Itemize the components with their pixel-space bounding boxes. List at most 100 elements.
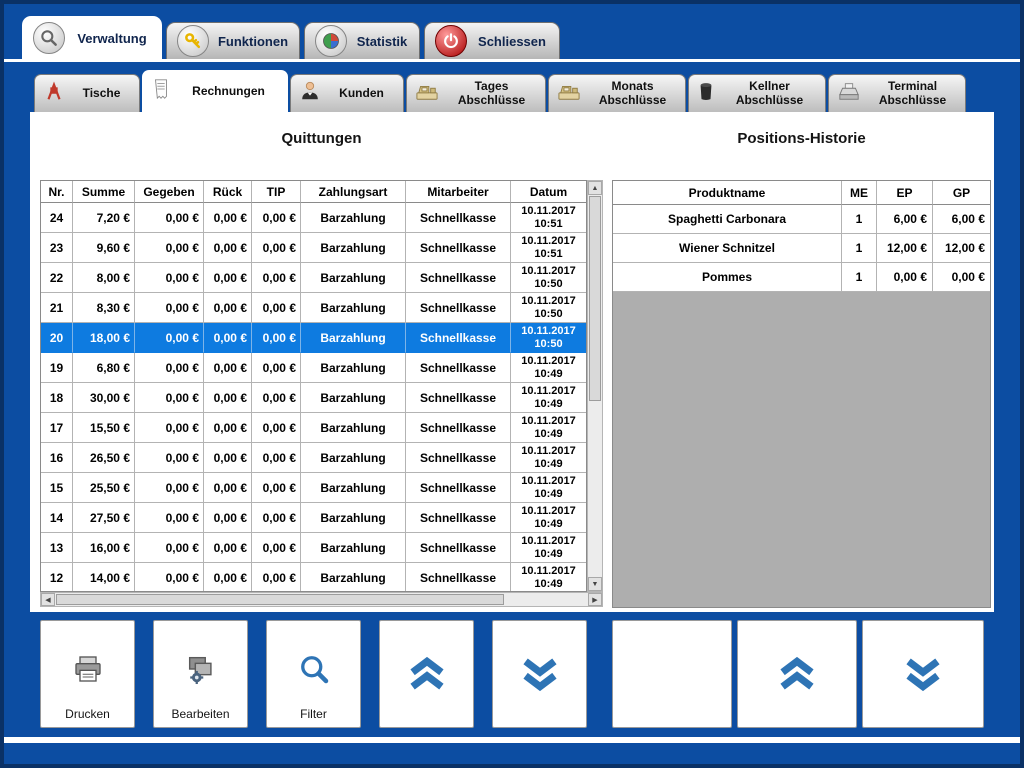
receipt-row[interactable]: 218,30 €0,00 €0,00 €0,00 €BarzahlungSchn… (41, 293, 586, 323)
scroll-table-up-button[interactable] (379, 620, 474, 728)
cell: 10.11.201710:50 (511, 323, 586, 353)
subtab-label: Tische (72, 87, 131, 101)
tab-verwaltung[interactable]: Verwaltung (22, 16, 162, 59)
cell: 1 (842, 205, 877, 234)
cell: Schnellkasse (406, 503, 511, 533)
cell: Schnellkasse (406, 263, 511, 293)
receipt-row[interactable]: 1830,00 €0,00 €0,00 €0,00 €BarzahlungSch… (41, 383, 586, 413)
cell: 0,00 € (252, 293, 301, 323)
receipt-row[interactable]: 1525,50 €0,00 €0,00 €0,00 €BarzahlungSch… (41, 473, 586, 503)
cell: 0,00 € (204, 473, 252, 503)
cell: 0,00 € (204, 323, 252, 353)
cell: 0,00 € (252, 323, 301, 353)
positions-scroll-up-button[interactable] (737, 620, 857, 728)
column-header: Produktname (613, 181, 842, 205)
position-row[interactable]: Spaghetti Carbonara16,00 €6,00 € (613, 205, 990, 234)
cell: 0,00 € (135, 203, 204, 233)
filter-button[interactable]: Filter (266, 620, 361, 728)
cell: Wiener Schnitzel (613, 234, 842, 263)
horizontal-scrollbar[interactable]: ◀ ▶ (40, 592, 603, 607)
cell: 0,00 € (252, 203, 301, 233)
printer-icon (72, 653, 104, 685)
receipt-row[interactable]: 239,60 €0,00 €0,00 €0,00 €BarzahlungSchn… (41, 233, 586, 263)
cell: 21 (41, 293, 73, 323)
receipt-row[interactable]: 247,20 €0,00 €0,00 €0,00 €BarzahlungSchn… (41, 203, 586, 233)
button-label: Drucken (41, 707, 134, 721)
column-header: Gegeben (135, 181, 204, 203)
customer-icon (299, 80, 321, 107)
cell: 10.11.201710:49 (511, 443, 586, 473)
column-header: Rück (204, 181, 252, 203)
receipt-row[interactable]: 2018,00 €0,00 €0,00 €0,00 €BarzahlungSch… (41, 323, 586, 353)
cell: Barzahlung (301, 533, 406, 563)
cell: Barzahlung (301, 443, 406, 473)
cash-register-icon (557, 80, 581, 107)
receipt-row[interactable]: 1427,50 €0,00 €0,00 €0,00 €BarzahlungSch… (41, 503, 586, 533)
button-label: Filter (267, 707, 360, 721)
cell: Pommes (613, 263, 842, 292)
subtab-tische[interactable]: Tische (34, 74, 140, 112)
cell: 0,00 € (204, 293, 252, 323)
cell: 0,00 € (204, 503, 252, 533)
magnifier-icon (296, 651, 332, 687)
cell: 0,00 € (135, 353, 204, 383)
cell: 0,00 € (204, 563, 252, 592)
positions-action-button[interactable] (612, 620, 732, 728)
table-sign-icon (43, 80, 65, 107)
scroll-up-button[interactable]: ▲ (588, 181, 602, 195)
drucken-button[interactable]: Drucken (40, 620, 135, 728)
cell: Schnellkasse (406, 413, 511, 443)
position-row[interactable]: Wiener Schnitzel112,00 €12,00 € (613, 234, 990, 263)
subtab-terminal-abschluesse[interactable]: Terminal Abschlüsse (828, 74, 966, 112)
subtab-label: Terminal Abschlüsse (868, 80, 957, 108)
cell: 0,00 € (204, 383, 252, 413)
cell: Schnellkasse (406, 443, 511, 473)
app-window: Verwaltung Funktionen Statistik Schliess… (0, 0, 1024, 768)
receipt-row[interactable]: 196,80 €0,00 €0,00 €0,00 €BarzahlungSchn… (41, 353, 586, 383)
tab-label: Verwaltung (73, 31, 151, 46)
subtab-tages-abschluesse[interactable]: Tages Abschlüsse (406, 74, 546, 112)
subtab-kellner-abschluesse[interactable]: Kellner Abschlüsse (688, 74, 826, 112)
positions-scroll-down-button[interactable] (862, 620, 984, 728)
receipt-row[interactable]: 1316,00 €0,00 €0,00 €0,00 €BarzahlungSch… (41, 533, 586, 563)
cell: 0,00 € (204, 533, 252, 563)
vertical-scroll-thumb[interactable] (589, 196, 601, 401)
bearbeiten-button[interactable]: Bearbeiten (153, 620, 248, 728)
tab-schliessen[interactable]: Schliessen (424, 22, 560, 59)
scroll-down-button[interactable]: ▼ (588, 577, 602, 591)
tab-funktionen[interactable]: Funktionen (166, 22, 300, 59)
receipt-row[interactable]: 228,00 €0,00 €0,00 €0,00 €BarzahlungSchn… (41, 263, 586, 293)
receipt-row[interactable]: 1626,50 €0,00 €0,00 €0,00 €BarzahlungSch… (41, 443, 586, 473)
scroll-left-button[interactable]: ◀ (41, 593, 55, 606)
magnifier-icon (33, 22, 65, 54)
scroll-table-down-button[interactable] (492, 620, 587, 728)
vertical-scrollbar[interactable]: ▲ ▼ (587, 180, 603, 592)
cell: 7,20 € (73, 203, 135, 233)
scroll-right-button[interactable]: ▶ (588, 593, 602, 606)
cell: 18,00 € (73, 323, 135, 353)
chevrons-up-icon (405, 656, 449, 692)
cell: 0,00 € (252, 533, 301, 563)
cell: 0,00 € (135, 233, 204, 263)
receipt-row[interactable]: 1715,50 €0,00 €0,00 €0,00 €BarzahlungSch… (41, 413, 586, 443)
cell: 14 (41, 503, 73, 533)
positions-body: Spaghetti Carbonara16,00 €6,00 €Wiener S… (613, 205, 990, 292)
cell: Barzahlung (301, 353, 406, 383)
subtab-monats-abschluesse[interactable]: Monats Abschlüsse (548, 74, 686, 112)
cell: 10.11.201710:49 (511, 533, 586, 563)
position-row[interactable]: Pommes10,00 €0,00 € (613, 263, 990, 292)
horizontal-scroll-thumb[interactable] (56, 594, 504, 605)
cell: 0,00 € (252, 563, 301, 592)
cell: 27,50 € (73, 503, 135, 533)
tab-label: Schliessen (475, 34, 549, 49)
cell: Schnellkasse (406, 563, 511, 592)
cell: 20 (41, 323, 73, 353)
column-header: Mitarbeiter (406, 181, 511, 203)
subtab-rechnungen[interactable]: Rechnungen (142, 70, 288, 112)
tab-statistik[interactable]: Statistik (304, 22, 420, 59)
cell: Barzahlung (301, 323, 406, 353)
column-header: Datum (511, 181, 586, 203)
receipt-row[interactable]: 1214,00 €0,00 €0,00 €0,00 €BarzahlungSch… (41, 563, 586, 592)
subtab-kunden[interactable]: Kunden (290, 74, 404, 112)
column-header: Nr. (41, 181, 73, 203)
